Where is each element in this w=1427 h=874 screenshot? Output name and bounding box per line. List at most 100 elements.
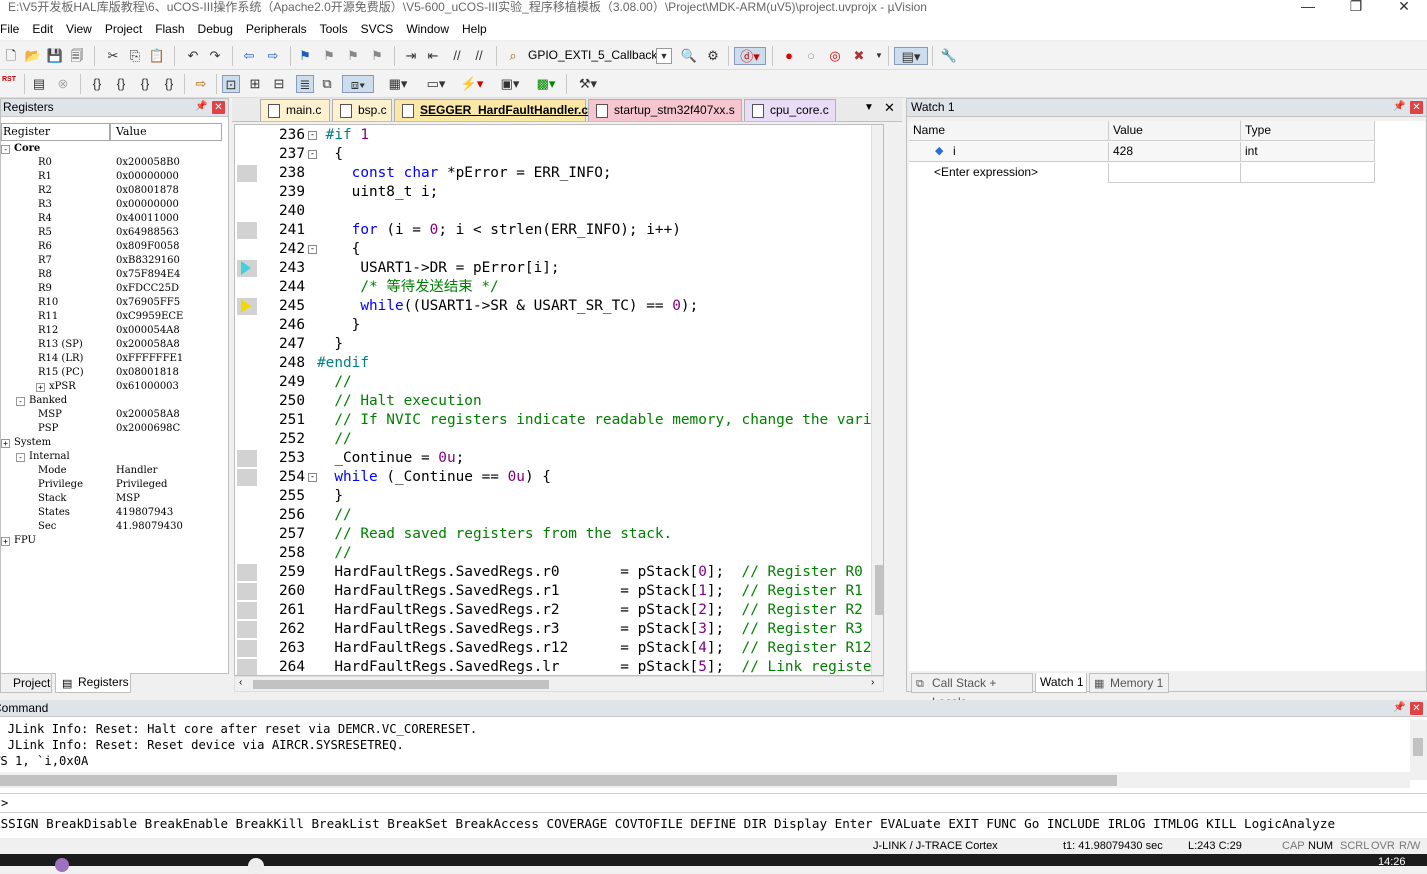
executable-line-marker[interactable] [237, 583, 257, 600]
code-line[interactable]: 238 const char *pError = ERR_INFO; [259, 164, 883, 183]
code-line[interactable]: 253 _Continue = 0u; [259, 449, 883, 468]
code-line[interactable]: 258 // [259, 544, 883, 563]
pin-icon[interactable]: 📌 [1393, 702, 1405, 714]
register-value[interactable]: 0x61000003 [116, 380, 179, 394]
menu-tools[interactable]: Tools [314, 20, 355, 38]
file-tab[interactable]: main.c [260, 99, 330, 121]
code-line[interactable]: 239 uint8_t i; [259, 183, 883, 202]
register-row[interactable]: - Internal [1, 450, 222, 464]
file-tab[interactable]: cpu_core.c [744, 99, 836, 121]
fold-toggle-icon[interactable]: - [308, 473, 317, 482]
kill-breakpoints-icon[interactable]: ✖ [850, 47, 868, 65]
register-row[interactable]: R7 0xB8329160 [1, 254, 222, 268]
configure-icon[interactable]: 🔧 [940, 47, 958, 65]
code-line[interactable]: 246 } [259, 316, 883, 335]
save-icon[interactable]: 💾 [46, 47, 64, 65]
watch-row-name[interactable]: ◆ i [909, 142, 1109, 162]
register-row[interactable]: + FPU [1, 534, 222, 548]
register-row[interactable]: R2 0x08001878 [1, 184, 222, 198]
close-tab-icon[interactable]: ✕ [884, 100, 895, 116]
register-row[interactable]: + xPSR 0x61000003 [1, 380, 222, 394]
col-value-header[interactable]: Value [1109, 121, 1241, 141]
app-icon[interactable] [55, 858, 69, 872]
collapse-icon[interactable]: - [1, 145, 10, 154]
register-value[interactable]: 0xB8329160 [116, 254, 180, 268]
code-line[interactable]: 242- { [259, 240, 883, 259]
register-row[interactable]: Stack MSP [1, 492, 222, 506]
analysis-window-icon[interactable]: ⚡▾ [456, 75, 488, 93]
incremental-find-icon[interactable]: ⚙ [704, 47, 722, 65]
app-icon[interactable] [248, 858, 264, 874]
tab-memory-1[interactable]: ▦ Memory 1 [1089, 673, 1169, 693]
executable-line-marker[interactable] [237, 621, 257, 638]
col-value-header[interactable]: Value [110, 123, 222, 141]
tab-call-stack[interactable]: ⧉Call Stack + Locals [911, 673, 1033, 709]
clear-bookmarks-icon[interactable]: ⚑ [368, 47, 386, 65]
stop-icon[interactable]: ⊗ [54, 75, 72, 93]
executable-line-marker[interactable] [237, 222, 257, 239]
insert-breakpoint-icon[interactable]: ● [780, 47, 798, 65]
code-line[interactable]: 254- while (_Continue == 0u) { [259, 468, 883, 487]
collapse-icon[interactable]: - [16, 397, 25, 406]
scrollbar-thumb[interactable] [253, 680, 549, 689]
disable-breakpoints-icon[interactable]: ◎ [826, 47, 844, 65]
register-value[interactable]: 419807943 [116, 506, 173, 520]
register-row[interactable]: R13 (SP) 0x200058A8 [1, 338, 222, 352]
restore-button[interactable]: ❐ [1333, 0, 1379, 20]
reset-icon[interactable]: RST [0, 75, 18, 93]
scrollbar-thumb[interactable] [0, 775, 1117, 786]
unindent-icon[interactable]: ⇤ [424, 47, 442, 65]
code-line[interactable]: 261 HardFaultRegs.SavedRegs.r2 = pStack[… [259, 601, 883, 620]
menu-help[interactable]: Help [456, 20, 494, 38]
register-value[interactable]: 0x00000000 [116, 170, 179, 184]
scrollbar-thumb[interactable] [1413, 738, 1423, 756]
col-register-header[interactable]: Register [1, 123, 110, 141]
file-tab[interactable]: bsp.c [332, 99, 392, 121]
register-row[interactable]: R11 0xC9959ECE [1, 310, 222, 324]
watch-row-value[interactable] [1109, 163, 1241, 183]
register-row[interactable]: + System [1, 436, 222, 450]
registers-window-icon[interactable]: ≣ [296, 75, 314, 93]
expand-icon[interactable]: + [1, 537, 10, 546]
register-value[interactable]: 0x200058A8 [116, 338, 180, 352]
code-line[interactable]: 251 // If NVIC registers indicate readab… [259, 411, 883, 430]
tab-watch-1[interactable]: Watch 1 [1035, 673, 1087, 693]
bookmark-icon[interactable]: ⚑ [296, 47, 314, 65]
vertical-scrollbar[interactable] [871, 125, 883, 675]
register-value[interactable]: 0x000054A8 [116, 324, 180, 338]
register-row[interactable]: Privilege Privileged [1, 478, 222, 492]
register-row[interactable]: MSP 0x200058A8 [1, 408, 222, 422]
close-icon[interactable]: ✕ [1410, 101, 1423, 114]
watch-row-value[interactable]: 428 [1109, 142, 1241, 162]
executable-line-marker[interactable] [237, 165, 257, 182]
menu-file[interactable]: File [0, 20, 26, 38]
scroll-left-icon[interactable]: ‹ [239, 677, 242, 688]
pin-icon[interactable]: 📌 [195, 101, 207, 113]
register-row[interactable]: R15 (PC) 0x08001818 [1, 366, 222, 380]
register-row[interactable]: R5 0x64988563 [1, 226, 222, 240]
disassembly-window-icon[interactable]: ⊞ [246, 75, 264, 93]
register-row[interactable]: - Banked [1, 394, 222, 408]
register-row[interactable]: R8 0x75F894E4 [1, 268, 222, 282]
code-line[interactable]: 243 USART1->DR = pError[i]; [259, 259, 883, 278]
register-value[interactable]: Handler [116, 464, 157, 478]
system-viewer-icon[interactable]: ▩▾ [530, 75, 562, 93]
register-row[interactable]: R6 0x809F0058 [1, 240, 222, 254]
executable-line-marker[interactable] [237, 469, 257, 486]
pin-icon[interactable]: 📌 [1393, 101, 1405, 113]
register-row[interactable]: Sec 41.98079430 [1, 520, 222, 534]
save-all-icon[interactable]: 🗐 [68, 47, 86, 65]
debug-session-icon[interactable]: ⓓ▾ [734, 47, 766, 65]
fold-toggle-icon[interactable]: - [308, 150, 317, 159]
menu-window[interactable]: Window [400, 20, 456, 38]
code-line[interactable]: 241 for (i = 0; i < strlen(ERR_INFO); i+… [259, 221, 883, 240]
register-row[interactable]: R14 (LR) 0xFFFFFFE1 [1, 352, 222, 366]
code-line[interactable]: 250 // Halt execution [259, 392, 883, 411]
register-value[interactable]: 0x64988563 [116, 226, 179, 240]
register-value[interactable]: 0xFDCC25D [116, 282, 179, 296]
navigate-back-icon[interactable]: ⇦ [240, 47, 258, 65]
scroll-right-icon[interactable]: › [871, 677, 874, 688]
undo-icon[interactable]: ↶ [184, 47, 202, 65]
code-line[interactable]: 263 HardFaultRegs.SavedRegs.r12 = pStack… [259, 639, 883, 658]
cut-icon[interactable]: ✂ [104, 47, 122, 65]
